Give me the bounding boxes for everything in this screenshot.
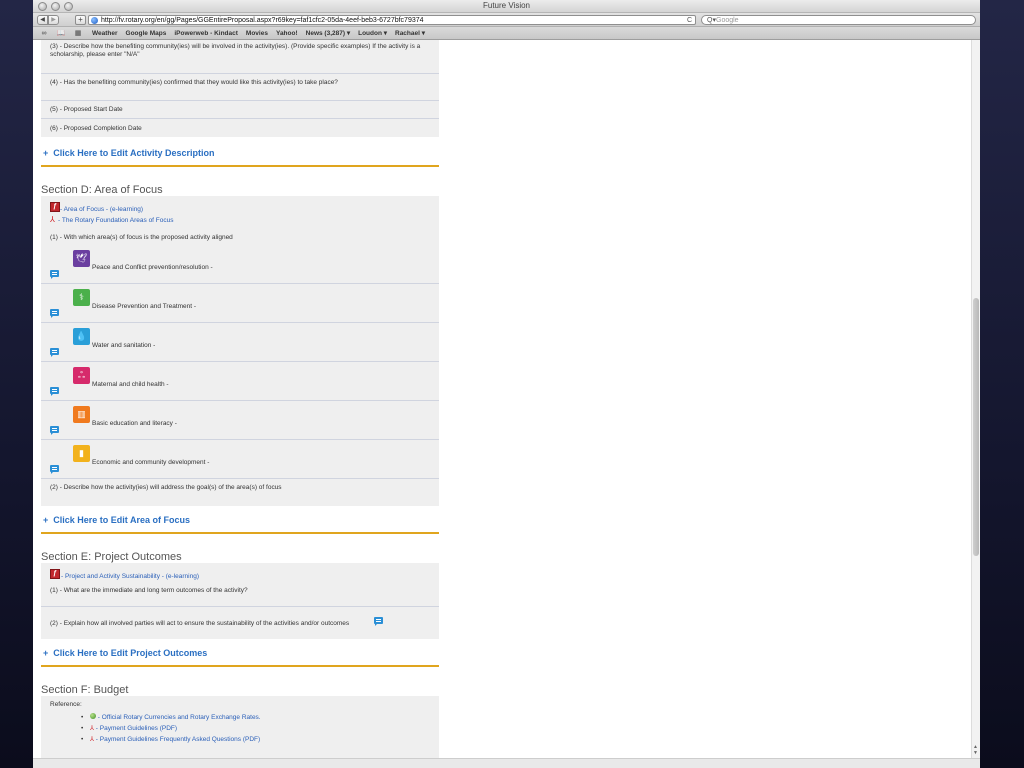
search-placeholder: Google	[716, 17, 739, 24]
bookmark-movies[interactable]: Movies	[246, 30, 268, 37]
bar-chart-icon: ▮	[73, 445, 90, 462]
section-divider	[41, 665, 439, 667]
comment-icon[interactable]	[374, 617, 383, 626]
bookmark-weather[interactable]: Weather	[92, 30, 118, 37]
add-bookmark-button[interactable]: +	[75, 15, 86, 25]
section-f-title: Section F: Budget	[41, 684, 129, 696]
list-item[interactable]: - Official Rotary Currencies and Rotary …	[81, 712, 261, 723]
edit-activity-link[interactable]: + Click Here to Edit Activity Description	[43, 148, 214, 158]
page-content: (3) - Describe how the benefiting commun…	[33, 40, 971, 758]
comment-icon[interactable]	[50, 465, 59, 474]
area-of-focus-q1: (1) - With which area(s) of focus is the…	[50, 234, 233, 241]
edit-area-of-focus-link[interactable]: + Click Here to Edit Area of Focus	[43, 515, 190, 525]
vertical-scrollbar[interactable]: ▲ ▼	[971, 40, 980, 758]
scroll-arrows-icon[interactable]: ▲ ▼	[973, 744, 978, 756]
bookmark-loudon[interactable]: Loudon ▾	[358, 29, 387, 37]
bookmark-news[interactable]: News (3,287) ▾	[306, 29, 350, 37]
browser-window: Future Vision ◀ ▶ + http://fv.rotary.org…	[33, 0, 980, 768]
divider	[41, 73, 439, 74]
forward-button[interactable]: ▶	[48, 15, 59, 25]
search-icon[interactable]: Q▾	[707, 16, 716, 25]
area-of-focus-label: Basic education and literacy -	[92, 420, 177, 427]
area-of-focus-q2: (2) - Describe how the activity(ies) wil…	[50, 484, 282, 491]
divider	[41, 100, 439, 101]
area-of-focus-label: Maternal and child health -	[92, 381, 169, 388]
comment-icon[interactable]	[50, 387, 59, 396]
bookmarks-book-icon[interactable]: 📖	[55, 29, 67, 37]
plus-icon: +	[43, 148, 49, 158]
area-of-focus-elearning-link[interactable]: - Area of Focus - (e-learning)	[60, 206, 143, 214]
water-drop-icon: 💧	[73, 328, 90, 345]
currencies-link[interactable]: - Official Rotary Currencies and Rotary …	[96, 714, 261, 721]
divider	[41, 478, 439, 479]
area-of-focus-label: Water and sanitation -	[92, 342, 156, 349]
sustainability-elearning-link[interactable]: - Project and Activity Sustainability - …	[61, 573, 199, 581]
book-icon: ▥	[73, 406, 90, 423]
bookmarks-bar: ∞ 📖 ▦ Weather Google Maps iPowerweb - Ki…	[33, 27, 980, 40]
title-bar: Future Vision	[33, 0, 980, 13]
divider	[41, 606, 439, 607]
divider	[41, 118, 439, 119]
dove-icon: 🕊	[73, 250, 90, 267]
divider	[41, 322, 439, 323]
back-button[interactable]: ◀	[37, 15, 48, 25]
budget-reference-label: Reference:	[50, 701, 82, 708]
search-field[interactable]: Q▾ Google	[701, 15, 976, 25]
area-of-focus-label: Economic and community development -	[92, 459, 210, 466]
areas-of-focus-pdf-link[interactable]: - The Rotary Foundation Areas of Focus	[58, 217, 174, 225]
activity-q6: (6) - Proposed Completion Date	[50, 125, 142, 132]
mother-child-icon: ஃ	[73, 367, 90, 384]
divider	[41, 361, 439, 362]
stethoscope-icon: ⚕	[73, 289, 90, 306]
browser-toolbar: ◀ ▶ + http://fv.rotary.org/en/gg/Pages/G…	[33, 13, 980, 27]
area-of-focus-label: Disease Prevention and Treatment -	[92, 303, 197, 310]
list-item[interactable]: ⅄ - Payment Guidelines Frequently Asked …	[81, 734, 261, 745]
window-title: Future Vision	[483, 1, 530, 10]
comment-icon[interactable]	[50, 348, 59, 357]
activity-q5: (5) - Proposed Start Date	[50, 106, 123, 113]
bookmark-yahoo[interactable]: Yahoo!	[276, 30, 298, 37]
comment-icon[interactable]	[50, 270, 59, 279]
outcomes-q1: (1) - What are the immediate and long te…	[50, 587, 248, 594]
outcomes-q2: (2) - Explain how all involved parties w…	[50, 620, 350, 627]
activity-q4: (4) - Has the benefiting community(ies) …	[50, 79, 338, 86]
section-divider	[41, 532, 439, 534]
reading-glasses-icon[interactable]: ∞	[38, 30, 50, 37]
address-bar[interactable]: http://fv.rotary.org/en/gg/Pages/GGEntir…	[88, 15, 696, 25]
section-d-title: Section D: Area of Focus	[41, 184, 163, 196]
bookmark-rachael[interactable]: Rachael ▾	[395, 29, 425, 37]
bookmark-ipowerweb[interactable]: iPowerweb - Kindact	[174, 30, 238, 37]
budget-reference-list: - Official Rotary Currencies and Rotary …	[81, 712, 261, 745]
payment-faq-link[interactable]: - Payment Guidelines Frequently Asked Qu…	[94, 736, 260, 743]
flash-icon: ƒ	[50, 569, 60, 579]
divider	[41, 400, 439, 401]
top-sites-grid-icon[interactable]: ▦	[72, 29, 84, 37]
pdf-icon: ⅄	[50, 215, 55, 224]
divider	[41, 439, 439, 440]
comment-icon[interactable]	[50, 426, 59, 435]
bookmark-google-maps[interactable]: Google Maps	[126, 30, 167, 37]
flash-icon: ƒ	[50, 202, 60, 212]
activity-q3: (3) - Describe how the benefiting commun…	[50, 43, 421, 58]
divider	[41, 283, 439, 284]
area-of-focus-label: Peace and Conflict prevention/resolution…	[92, 264, 213, 271]
payment-guidelines-link[interactable]: - Payment Guidelines (PDF)	[94, 725, 177, 732]
horizontal-scrollbar[interactable]	[33, 758, 980, 768]
edit-project-outcomes-link[interactable]: + Click Here to Edit Project Outcomes	[43, 648, 207, 658]
section-divider	[41, 165, 439, 167]
list-item[interactable]: ⅄ - Payment Guidelines (PDF)	[81, 723, 261, 734]
plus-icon: +	[43, 515, 49, 525]
plus-icon: +	[43, 648, 49, 658]
reload-icon[interactable]: C	[687, 16, 692, 25]
section-e-title: Section E: Project Outcomes	[41, 551, 182, 563]
scrollbar-thumb[interactable]	[973, 298, 979, 556]
globe-icon	[91, 17, 98, 24]
url-text: http://fv.rotary.org/en/gg/Pages/GGEntir…	[101, 17, 424, 24]
comment-icon[interactable]	[50, 309, 59, 318]
